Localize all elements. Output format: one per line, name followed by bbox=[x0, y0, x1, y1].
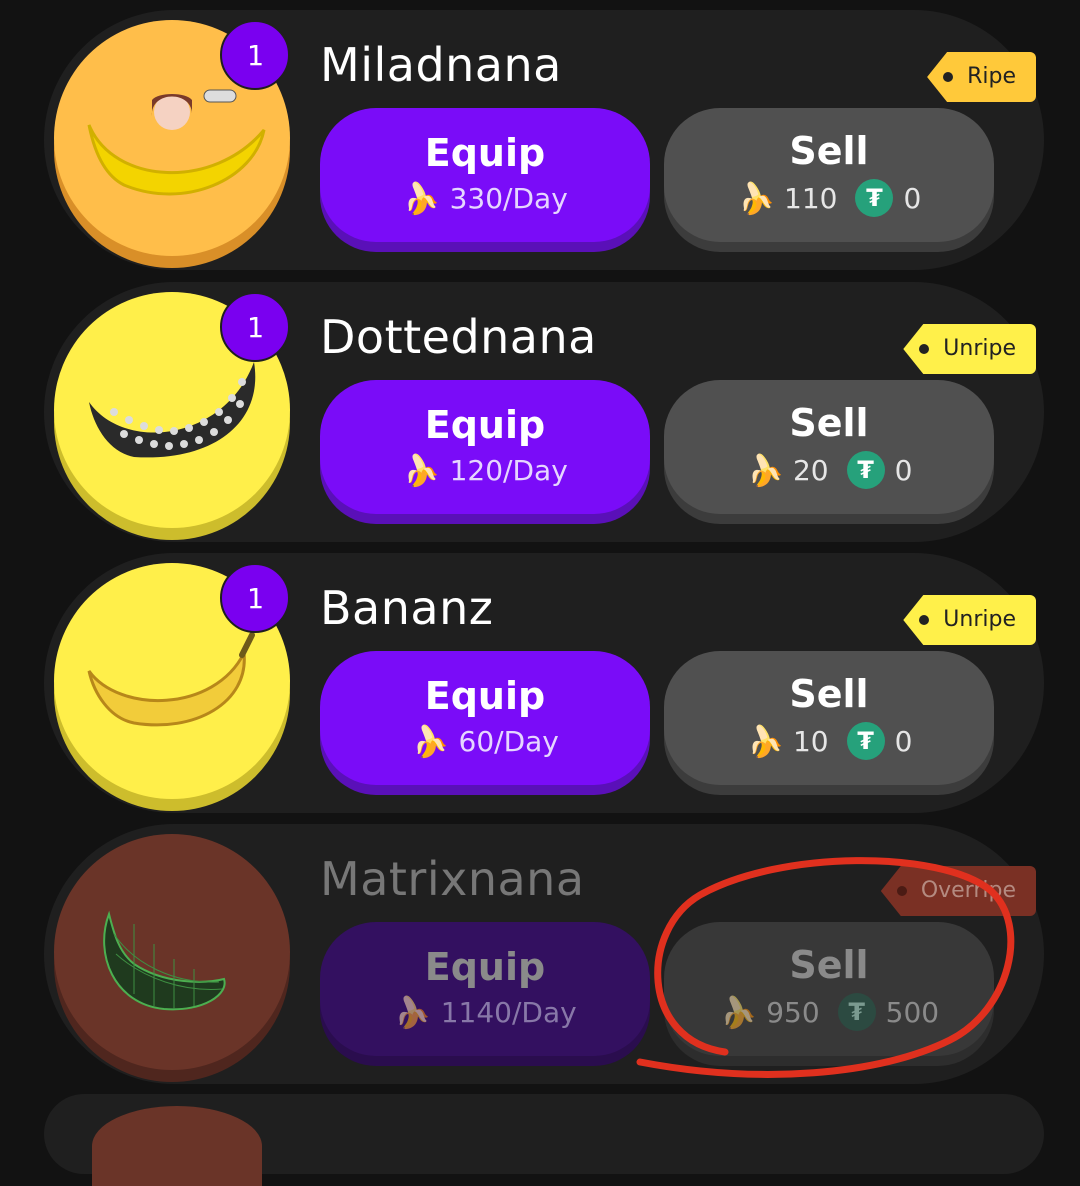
nft-card-miladnana: 1 Miladnana Ripe Equip 🍌 330/Day Sell 🍌 11… bbox=[44, 10, 1044, 270]
usdt-price: 0 bbox=[894, 453, 913, 487]
nft-name: Dottednana bbox=[320, 310, 597, 364]
equip-label: Equip bbox=[424, 673, 546, 718]
banana-icon: 🍌 bbox=[407, 719, 452, 763]
nft-image bbox=[92, 1106, 262, 1186]
earn-rate: 120/Day bbox=[449, 453, 568, 487]
sell-button[interactable]: Sell 🍌 950 ₮ 500 bbox=[664, 922, 994, 1056]
ripeness-tag: Ripe bbox=[927, 52, 1036, 102]
banana-icon: 🍌 bbox=[399, 176, 443, 220]
equip-label: Equip bbox=[424, 130, 546, 175]
tag-hole-icon bbox=[943, 72, 954, 82]
equip-button[interactable]: Equip 🍌 1140/Day bbox=[320, 922, 650, 1056]
ripeness-tag: Unripe bbox=[903, 595, 1036, 645]
banana-price: 10 bbox=[792, 724, 829, 758]
usdt-price: 500 bbox=[885, 995, 940, 1029]
equip-button[interactable]: Equip 🍌 60/Day bbox=[320, 651, 650, 785]
banana-price: 110 bbox=[784, 181, 838, 215]
tether-icon: ₮ bbox=[855, 179, 894, 217]
ripeness-tag: Overripe bbox=[880, 866, 1036, 916]
earn-rate: 60/Day bbox=[458, 724, 559, 758]
banana-icon: 🍌 bbox=[399, 448, 443, 492]
nft-name: Miladnana bbox=[320, 38, 562, 92]
equip-label: Equip bbox=[424, 944, 546, 989]
tag-hole-icon bbox=[919, 615, 930, 625]
sell-button[interactable]: Sell 🍌 10 ₮ 0 bbox=[664, 651, 994, 785]
sell-button[interactable]: Sell 🍌 20 ₮ 0 bbox=[664, 380, 994, 514]
banana-icon: 🍌 bbox=[390, 990, 434, 1034]
nft-card-dottednana: 1 Dottednana Unripe Equip 🍌 120/Day Sell … bbox=[44, 282, 1044, 542]
earn-rate: 1140/Day bbox=[440, 995, 577, 1029]
tether-icon: ₮ bbox=[837, 993, 876, 1031]
nft-name: Matrixnana bbox=[320, 852, 585, 906]
banana-price: 950 bbox=[766, 995, 820, 1029]
banana-icon: 🍌 bbox=[742, 719, 787, 763]
sell-label: Sell bbox=[789, 401, 869, 445]
tether-icon: ₮ bbox=[846, 451, 885, 489]
tag-hole-icon bbox=[919, 344, 930, 354]
equip-label: Equip bbox=[424, 402, 546, 447]
nft-card-bananz: 1 Bananz Unripe Equip 🍌 60/Day Sell 🍌 10 ₮ 0 bbox=[44, 553, 1044, 813]
nft-image bbox=[54, 834, 290, 1082]
quantity-badge: 1 bbox=[220, 292, 290, 362]
sell-label: Sell bbox=[789, 943, 869, 987]
banana-icon: 🍌 bbox=[715, 990, 760, 1034]
nft-name: Bananz bbox=[320, 581, 494, 635]
tether-icon: ₮ bbox=[846, 722, 885, 760]
sell-label: Sell bbox=[789, 129, 869, 173]
usdt-price: 0 bbox=[894, 724, 913, 758]
equip-button[interactable]: Equip 🍌 120/Day bbox=[320, 380, 650, 514]
tag-hole-icon bbox=[896, 886, 907, 896]
quantity-badge: 1 bbox=[220, 20, 290, 90]
sell-label: Sell bbox=[789, 672, 869, 716]
sell-button[interactable]: Sell 🍌 110 ₮ 0 bbox=[664, 108, 994, 242]
quantity-badge: 1 bbox=[220, 563, 290, 633]
earn-rate: 330/Day bbox=[449, 181, 568, 215]
ripeness-tag: Unripe bbox=[903, 324, 1036, 374]
banana-icon: 🍌 bbox=[742, 448, 787, 492]
nft-card-partial bbox=[44, 1094, 1044, 1186]
banana-icon: 🍌 bbox=[733, 176, 778, 220]
banana-price: 20 bbox=[792, 453, 829, 487]
equip-button[interactable]: Equip 🍌 330/Day bbox=[320, 108, 650, 242]
usdt-price: 0 bbox=[903, 181, 922, 215]
nft-card-matrixnana: Matrixnana Overripe Equip 🍌 1140/Day Sell… bbox=[44, 824, 1044, 1084]
